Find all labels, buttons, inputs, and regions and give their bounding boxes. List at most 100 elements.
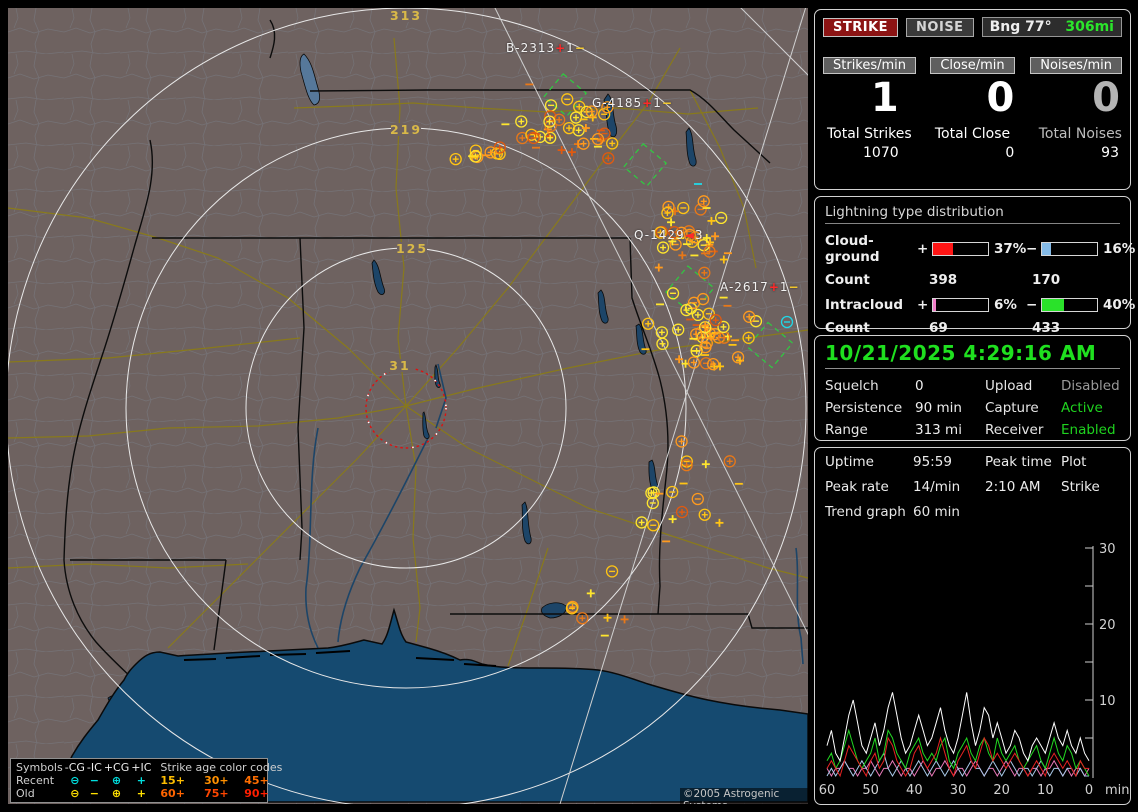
legend-symbol: ⊖ [70, 774, 80, 787]
counters-panel: STRIKE NOISE Bng 77° 306mi Strikes/min 1 T… [814, 9, 1131, 190]
total-value: 1070 [863, 145, 899, 161]
legend-header: Strike age color codes [160, 761, 283, 774]
cell-trend-icon: + [555, 41, 567, 55]
legend-symbol: ⊕ [111, 774, 122, 787]
distribution-panel: Lightning type distribution Cloud-ground… [814, 196, 1136, 336]
bearing-distance: 306mi [1065, 19, 1114, 35]
svg-text:min: min [1105, 783, 1129, 798]
positive-bar [932, 242, 989, 256]
legend-symbol: ⊖ [70, 787, 80, 800]
strike-toggle-button[interactable]: STRIKE [823, 17, 899, 37]
svg-text:313: 313 [390, 8, 422, 23]
legend-header: Symbols [16, 761, 63, 774]
cell-trend-icon: + [768, 280, 780, 294]
legend-header: +CG [103, 761, 130, 774]
svg-text:20: 20 [1099, 618, 1116, 633]
cell-polarity: − [574, 41, 586, 55]
svg-text:40: 40 [906, 783, 923, 798]
legend-age-code: 60+ [160, 787, 185, 800]
legend-age-code: 90+ [244, 787, 269, 800]
rate-chip: Close/min [930, 57, 1015, 74]
svg-text:10: 10 [1099, 694, 1116, 709]
session-row: Uptime 95:59 Peak time Plot [825, 454, 1087, 470]
rate-chip: Noises/min [1030, 57, 1122, 74]
cell-trend-icon: + [642, 96, 654, 110]
rate-value: 0 [986, 75, 1015, 121]
legend-symbol: − [89, 787, 99, 800]
legend-age-code: 15+ [160, 774, 185, 787]
negative-bar [1041, 242, 1098, 256]
cell-id: G-4185 [592, 96, 643, 110]
svg-text:50: 50 [862, 783, 879, 798]
legend-row-label: Recent [16, 774, 55, 787]
distribution-row: Intracloud +6% −40% [825, 297, 1136, 313]
status-rows: Squelch 0 Upload Disabled Persistence 90 min C… [825, 378, 1120, 438]
legend-header: -CG [64, 761, 85, 774]
noise-toggle-button[interactable]: NOISE [906, 17, 974, 37]
trend-graph-value: 60 min [913, 504, 960, 520]
total-value: 93 [1101, 145, 1119, 161]
svg-text:10: 10 [1037, 783, 1054, 798]
legend-age-code: 45+ [244, 774, 269, 787]
count-row: Count 398 170 [825, 272, 1061, 288]
trend-graph: 10 20 30 60 50 40 30 20 10 0 min [819, 542, 1129, 798]
counter-column: Close/min 0 Total Close 0 [923, 57, 1023, 161]
legend-symbol: + [136, 774, 146, 787]
legend-age-code: 75+ [204, 787, 229, 800]
total-label: Total Close [934, 126, 1011, 142]
lightning-detector-app: { "header": { "strike_button": "STRIKE",… [0, 0, 1138, 812]
svg-text:0: 0 [1085, 783, 1093, 798]
trend-graph-label: Trend graph [825, 504, 906, 520]
status-panel: 10/21/2025 4:29:16 AM Squelch 0 Upload Disa… [814, 335, 1131, 441]
rate-chip: Strikes/min [823, 57, 917, 74]
distribution-row: Cloud-ground +37% −16% [825, 233, 1136, 265]
rate-counters: Strikes/min 1 Total Strikes 1070 Close/min 0 T… [823, 57, 1122, 161]
storm-cell-label: B-2313+1− [506, 41, 586, 55]
session-row: Peak rate 14/min 2:10 AM Strike [825, 479, 1100, 495]
map-legend: Symbols -CG -IC +CG +IC Strike age color code… [10, 758, 282, 803]
svg-text:30: 30 [950, 783, 967, 798]
distribution-title: Lightning type distribution [825, 202, 1120, 224]
trend-graph-row: Trend graph 60 min [825, 504, 1120, 520]
rate-value: 1 [870, 75, 899, 121]
status-row: Squelch 0 Upload Disabled [825, 378, 1120, 394]
positive-bar [932, 298, 989, 312]
storm-cell-label: A-2617+1− [720, 280, 800, 294]
bearing-display: Bng 77° 306mi [981, 17, 1122, 37]
svg-text:125: 125 [396, 241, 428, 256]
cell-count: 1 [653, 96, 662, 110]
storm-cell-label: Q-1429◄3 [634, 228, 704, 242]
legend-symbol: + [136, 787, 146, 800]
legend-row-label: Old [16, 787, 35, 800]
cell-polarity: − [661, 96, 673, 110]
legend-symbol: − [89, 774, 99, 787]
cell-polarity: − [788, 280, 800, 294]
legend-header: -IC [86, 761, 102, 774]
legend-header: +IC [131, 761, 152, 774]
status-row: Persistence 90 min Capture Active [825, 400, 1103, 416]
cell-count: 3 [694, 228, 704, 242]
svg-text:219: 219 [390, 122, 422, 137]
session-panel: Uptime 95:59 Peak time Plot Peak rate 14/min 2… [814, 447, 1131, 805]
copyright-text: ©2005 Astrogenic Systems [680, 788, 808, 804]
rate-value: 0 [1092, 75, 1120, 121]
bearing-label: Bng 77° [989, 19, 1052, 35]
cell-count: 1 [566, 41, 575, 55]
datetime-display: 10/21/2025 4:29:16 AM [825, 341, 1120, 369]
count-row: Count 69 433 [825, 320, 1061, 336]
lightning-map[interactable]: 313 219 125 31 B-2313+1− G-4185+1− Q-1429◄3 A-… [8, 8, 808, 804]
cell-count: 1 [779, 280, 789, 294]
svg-text:20: 20 [993, 783, 1010, 798]
legend-age-code: 30+ [204, 774, 229, 787]
total-value: 0 [1005, 145, 1015, 161]
total-label: Total Noises [1038, 126, 1122, 142]
legend-symbol: ⊕ [111, 787, 122, 800]
cell-id: B-2313 [506, 41, 556, 55]
storm-cell-label: G-4185+1− [592, 96, 673, 110]
svg-text:30: 30 [1099, 542, 1116, 557]
svg-text:31: 31 [389, 358, 410, 373]
cell-id: Q-1429 [634, 228, 685, 242]
map-canvas: 31321912531 [8, 8, 808, 804]
cell-id: A-2617 [720, 280, 769, 294]
counter-column: Strikes/min 1 Total Strikes 1070 [823, 57, 923, 161]
